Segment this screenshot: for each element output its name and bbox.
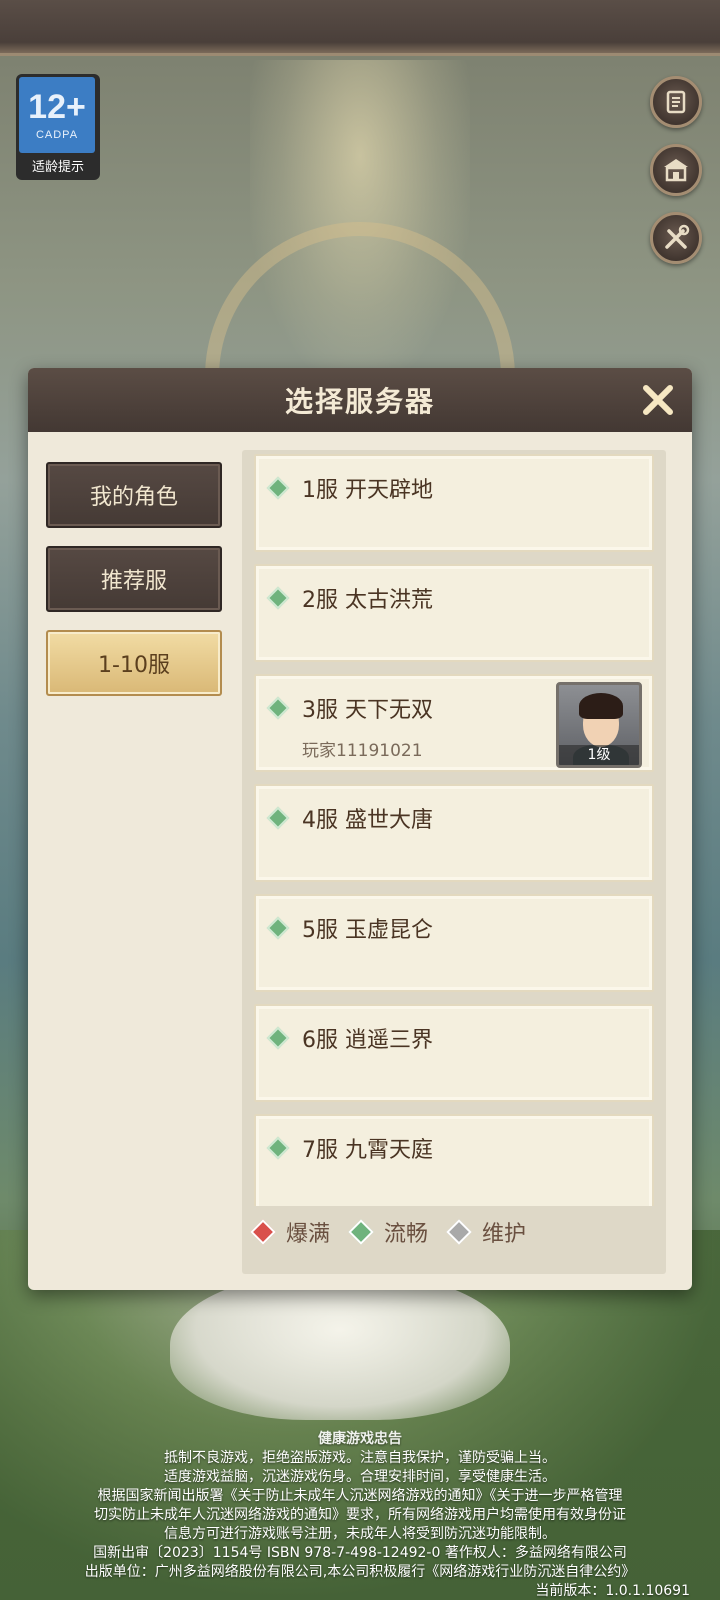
server-list-panel: 1服 开天辟地 2服 太古洪荒 3服 天下无双 玩家11191021 1级 4服…: [242, 450, 666, 1274]
server-list[interactable]: 1服 开天辟地 2服 太古洪荒 3服 天下无双 玩家11191021 1级 4服…: [250, 454, 658, 1206]
advisory-line: 切实防止未成年人沉迷网络游戏的通知》要求，所有网络游戏用户均需使用有效身份证: [94, 1507, 626, 1523]
server-item-4[interactable]: 4服 盛世大唐: [254, 784, 654, 882]
advisory-line: 根据国家新闻出版署《关于防止未成年人沉迷网络游戏的通知》《关于进一步严格管理: [97, 1488, 623, 1504]
avatar-hair: [579, 693, 623, 719]
status-diamond-icon: [266, 476, 290, 500]
server-name: 1服 开天辟地: [302, 478, 433, 503]
status-diamond-icon: [266, 586, 290, 610]
status-diamond-icon: [266, 1026, 290, 1050]
server-item-3[interactable]: 3服 天下无双 玩家11191021 1级: [254, 674, 654, 772]
server-item-5[interactable]: 5服 玉虚昆仑: [254, 894, 654, 992]
tools-icon: [665, 224, 690, 249]
legend-label: 维护: [482, 1222, 527, 1247]
close-button[interactable]: [632, 374, 684, 426]
announcement-button[interactable]: [650, 144, 702, 196]
server-name: 4服 盛世大唐: [302, 808, 433, 833]
server-name: 7服 九霄天庭: [302, 1138, 433, 1163]
server-select-dialog: 选择服务器 我的角色 推荐服 1-10服 1服 开天辟地 2服 太古洪荒 3服 …: [28, 368, 692, 1290]
red-diamond-icon: [250, 1219, 276, 1245]
top-banner: [0, 0, 720, 56]
legend-smooth: 流畅: [348, 1216, 429, 1248]
temple-icon: [664, 159, 688, 182]
age-rating-icon: 12+ CADPA: [19, 77, 95, 153]
advisory-line: 国新出审〔2023〕1154号 ISBN 978-7-498-12492-0 著…: [93, 1545, 627, 1561]
server-name: 3服 天下无双: [302, 698, 433, 723]
tab-servers-1-10[interactable]: 1-10服: [46, 630, 222, 696]
background-figure: [170, 1270, 510, 1420]
server-name: 5服 玉虚昆仑: [302, 918, 433, 943]
status-diamond-icon: [266, 696, 290, 720]
green-diamond-icon: [348, 1219, 374, 1245]
server-item-7[interactable]: 7服 九霄天庭: [254, 1114, 654, 1206]
legend-maintenance: 维护: [446, 1216, 527, 1248]
age-rating-caption: 适龄提示: [31, 160, 84, 175]
age-rating-badge[interactable]: 12+ CADPA 适龄提示: [16, 74, 100, 180]
dialog-header: 选择服务器: [28, 368, 692, 432]
server-name: 6服 逍遥三界: [302, 1028, 433, 1053]
notice-button[interactable]: [650, 76, 702, 128]
legend-full: 爆满: [250, 1216, 331, 1248]
notice-scroll-icon: [666, 90, 686, 114]
server-item-6[interactable]: 6服 逍遥三界: [254, 1004, 654, 1102]
character-level: 1级: [559, 745, 639, 765]
advisory-line: 抵制不良游戏，拒绝盗版游戏。注意自我保护，谨防受骗上当。: [164, 1450, 556, 1466]
age-rating-org: CADPA: [35, 129, 79, 141]
legend-label: 流畅: [384, 1222, 429, 1247]
health-advisory: 健康游戏忠告 抵制不良游戏，拒绝盗版游戏。注意自我保护，谨防受骗上当。 适度游戏…: [0, 1430, 720, 1582]
close-icon: [643, 385, 673, 415]
advisory-heading: 健康游戏忠告: [318, 1431, 402, 1447]
status-legend: 爆满 流畅 维护: [250, 1212, 548, 1252]
gray-diamond-icon: [446, 1219, 472, 1245]
age-rating-number: 12+: [28, 88, 86, 126]
tab-recommended[interactable]: 推荐服: [46, 546, 222, 612]
status-diamond-icon: [266, 806, 290, 830]
character-avatar: 1级: [556, 682, 642, 768]
server-name: 2服 太古洪荒: [302, 588, 433, 613]
status-diamond-icon: [266, 916, 290, 940]
repair-button[interactable]: [650, 212, 702, 264]
advisory-line: 信息方可进行游戏账号注册，未成年人将受到防沉迷功能限制。: [164, 1526, 556, 1542]
server-item-1[interactable]: 1服 开天辟地: [254, 454, 654, 552]
status-diamond-icon: [266, 1136, 290, 1160]
version-text: 当前版本：1.0.1.10691: [535, 1583, 690, 1599]
server-item-2[interactable]: 2服 太古洪荒: [254, 564, 654, 662]
tab-my-characters[interactable]: 我的角色: [46, 462, 222, 528]
advisory-line: 适度游戏益脑，沉迷游戏伤身。合理安排时间，享受健康生活。: [164, 1469, 556, 1485]
player-name: 玩家11191021: [302, 741, 423, 761]
dialog-title: 选择服务器: [284, 385, 435, 418]
legend-label: 爆满: [286, 1222, 331, 1247]
